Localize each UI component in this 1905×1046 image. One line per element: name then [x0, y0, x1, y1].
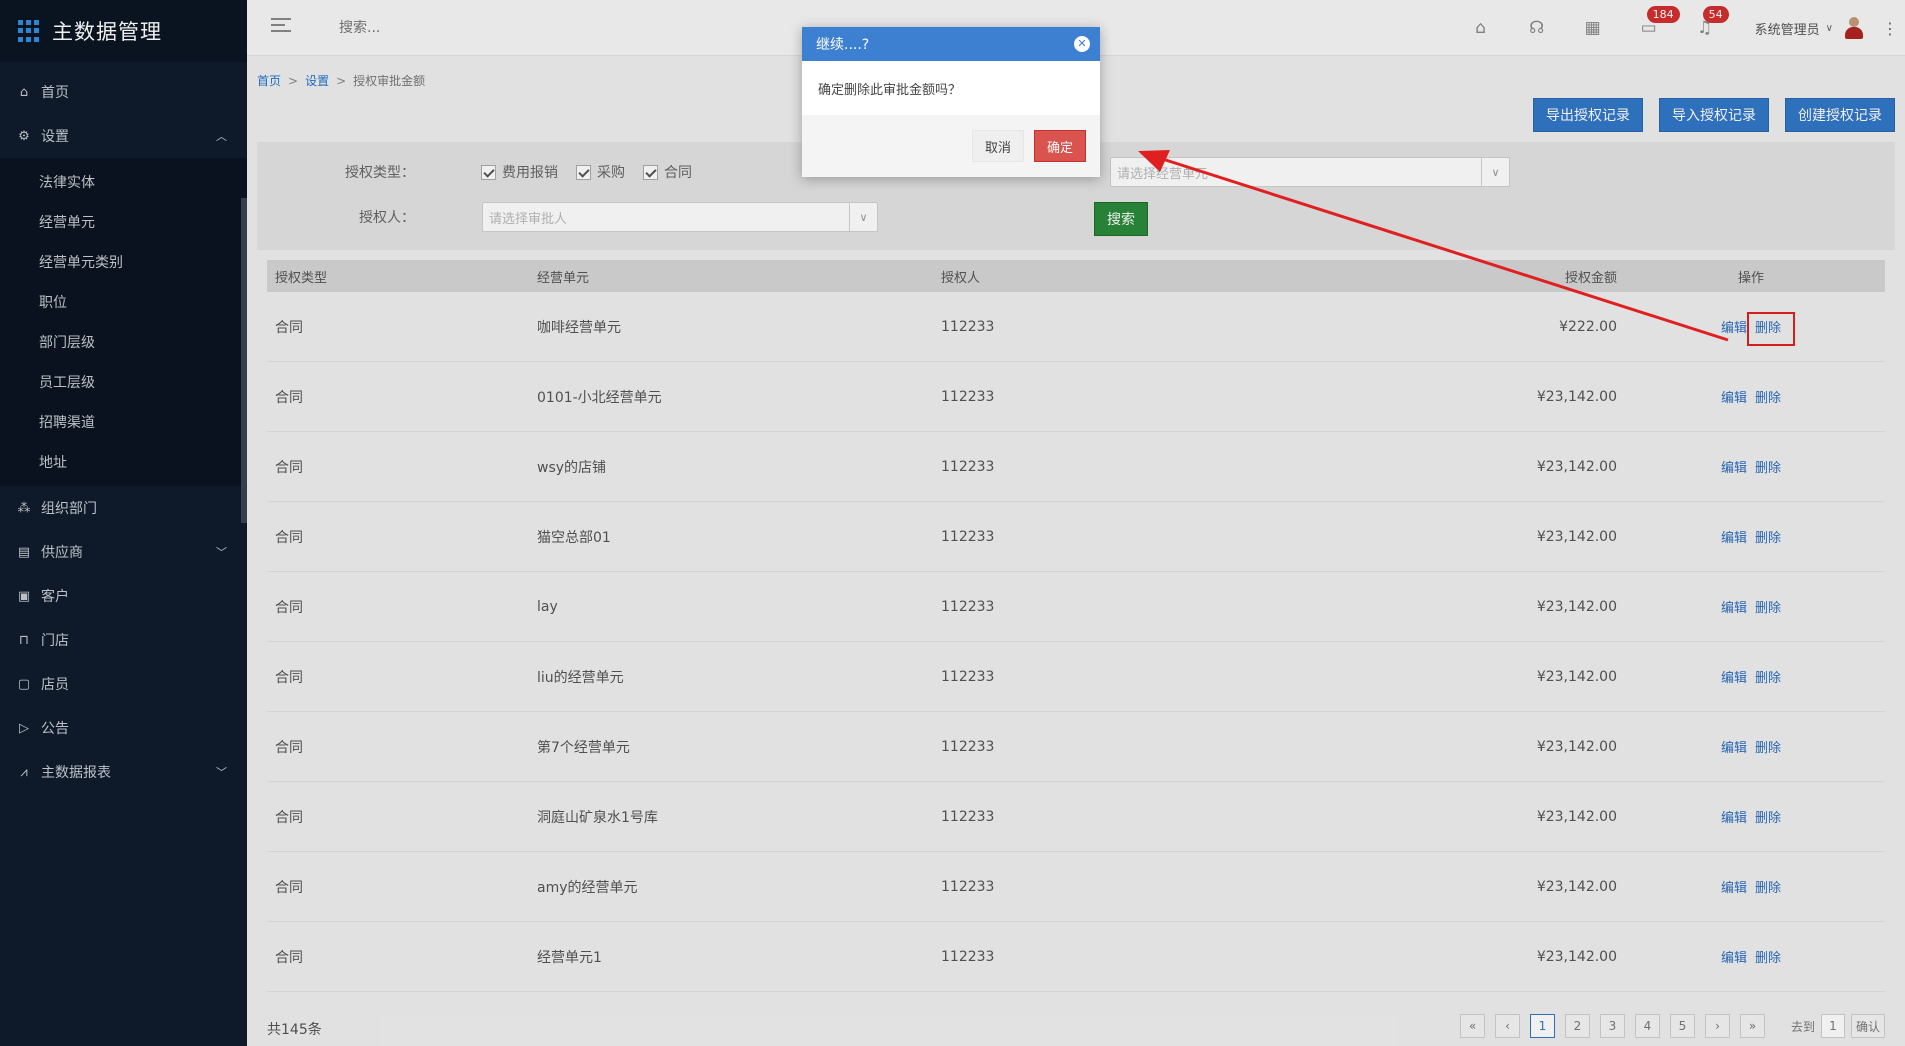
dialog-message: 确定删除此审批金额吗？: [818, 82, 962, 98]
confirm-button[interactable]: 确定: [1033, 130, 1086, 162]
cancel-button[interactable]: 取消: [971, 130, 1024, 162]
close-icon[interactable]: ✕: [1074, 36, 1090, 52]
dialog-footer: 取消 确定: [802, 115, 1100, 177]
dialog-title: 继续....?: [816, 37, 870, 53]
confirm-delete-dialog: 继续....? ✕ 确定删除此审批金额吗？ 取消 确定: [802, 27, 1100, 177]
dialog-header: 继续....? ✕: [802, 27, 1100, 61]
